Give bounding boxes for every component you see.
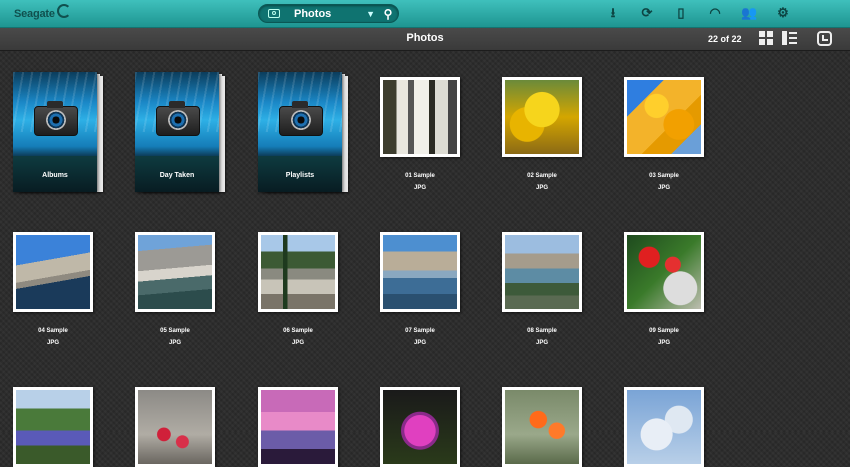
media-type-label: Photos bbox=[294, 7, 332, 20]
photo-tile[interactable]: 03 Sample JPG bbox=[624, 77, 720, 191]
title-bar: Photos 22 of 22 bbox=[0, 28, 850, 51]
photo-tile[interactable] bbox=[135, 387, 231, 467]
photo-tile[interactable] bbox=[624, 387, 720, 467]
list-view-icon[interactable] bbox=[782, 31, 797, 46]
item-count: 22 of 22 bbox=[708, 34, 742, 44]
sort-icon[interactable] bbox=[817, 31, 832, 46]
photo-type: JPG bbox=[657, 340, 670, 346]
photo-type: JPG bbox=[291, 340, 304, 346]
photo-type: JPG bbox=[46, 340, 59, 346]
photo-tile[interactable] bbox=[258, 387, 354, 467]
photo-name: 03 Sample bbox=[649, 173, 679, 179]
album-label: Playlists bbox=[285, 172, 315, 179]
photo-tile[interactable]: 04 Sample JPG bbox=[13, 232, 109, 346]
album-label: Day Taken bbox=[159, 172, 195, 179]
album-label: Albums bbox=[42, 172, 68, 179]
photo-tile[interactable]: 09 Sample JPG bbox=[624, 232, 720, 346]
photo-tile[interactable]: 08 Sample JPG bbox=[502, 232, 598, 346]
photo-thumbnail[interactable] bbox=[135, 232, 215, 312]
photo-type: JPG bbox=[168, 340, 181, 346]
photo-thumbnail[interactable] bbox=[624, 232, 704, 312]
wifi-icon[interactable]: ◠ bbox=[707, 5, 723, 21]
photo-type: JPG bbox=[535, 185, 548, 191]
top-bar: Seagate Photos ▼ ⚲ ⭳ ⟳ ▯ ◠ 👥 ⚙ bbox=[0, 0, 850, 28]
photo-tile[interactable]: 01 Sample JPG bbox=[380, 77, 476, 191]
photo-thumbnail[interactable] bbox=[135, 387, 215, 467]
album-tile-playlists[interactable]: Playlists bbox=[258, 72, 354, 194]
photo-thumbnail[interactable] bbox=[13, 387, 93, 467]
photo-name: 08 Sample bbox=[527, 328, 557, 334]
photo-thumbnail[interactable] bbox=[380, 387, 460, 467]
photo-type: JPG bbox=[535, 340, 548, 346]
photo-type: JPG bbox=[657, 185, 670, 191]
logo-swirl-icon bbox=[56, 4, 71, 18]
photo-thumbnail[interactable] bbox=[13, 232, 93, 312]
photo-thumbnail[interactable] bbox=[258, 387, 338, 467]
search-icon[interactable]: ⚲ bbox=[378, 7, 398, 21]
grid-view-icon[interactable] bbox=[759, 31, 774, 46]
photo-tile[interactable] bbox=[13, 387, 109, 467]
photo-thumbnail[interactable] bbox=[380, 232, 460, 312]
photo-name: 01 Sample bbox=[405, 173, 435, 179]
photo-name: 02 Sample bbox=[527, 173, 557, 179]
photo-thumbnail[interactable] bbox=[502, 387, 582, 467]
album-tile-day-taken[interactable]: Day Taken bbox=[135, 72, 231, 194]
photo-tile[interactable]: 02 Sample JPG bbox=[502, 77, 598, 191]
sync-icon[interactable]: ⟳ bbox=[639, 5, 655, 21]
photo-name: 04 Sample bbox=[38, 328, 68, 334]
photo-thumbnail[interactable] bbox=[502, 232, 582, 312]
camera-icon bbox=[279, 101, 323, 136]
photo-category-icon bbox=[268, 9, 280, 18]
photo-tile[interactable] bbox=[380, 387, 476, 467]
photo-thumbnail[interactable] bbox=[624, 77, 704, 157]
camera-icon bbox=[156, 101, 200, 136]
photo-name: 09 Sample bbox=[649, 328, 679, 334]
photo-type: JPG bbox=[413, 340, 426, 346]
settings-icon[interactable]: ⚙ bbox=[775, 5, 791, 21]
logo-text: Seagate bbox=[14, 8, 55, 20]
seagate-logo[interactable]: Seagate bbox=[14, 4, 71, 23]
photo-name: 07 Sample bbox=[405, 328, 435, 334]
photo-name: 05 Sample bbox=[160, 328, 190, 334]
photo-type: JPG bbox=[413, 185, 426, 191]
media-type-selector[interactable]: Photos ▼ ⚲ bbox=[258, 4, 399, 23]
dropdown-caret-icon[interactable]: ▼ bbox=[366, 9, 375, 19]
photo-tile[interactable]: 07 Sample JPG bbox=[380, 232, 476, 346]
upload-icon[interactable]: ⭳ bbox=[605, 5, 621, 21]
photo-thumbnail[interactable] bbox=[624, 387, 704, 467]
users-icon[interactable]: 👥 bbox=[741, 5, 757, 21]
photo-name: 06 Sample bbox=[283, 328, 313, 334]
photo-tile[interactable] bbox=[502, 387, 598, 467]
photo-thumbnail[interactable] bbox=[502, 77, 582, 157]
photo-thumbnail[interactable] bbox=[258, 232, 338, 312]
photo-tile[interactable]: 05 Sample JPG bbox=[135, 232, 231, 346]
album-tile-albums[interactable]: Albums bbox=[13, 72, 109, 194]
photo-tile[interactable]: 06 Sample JPG bbox=[258, 232, 354, 346]
camera-icon bbox=[34, 101, 78, 136]
battery-icon[interactable]: ▯ bbox=[673, 5, 689, 21]
photo-thumbnail[interactable] bbox=[380, 77, 460, 157]
